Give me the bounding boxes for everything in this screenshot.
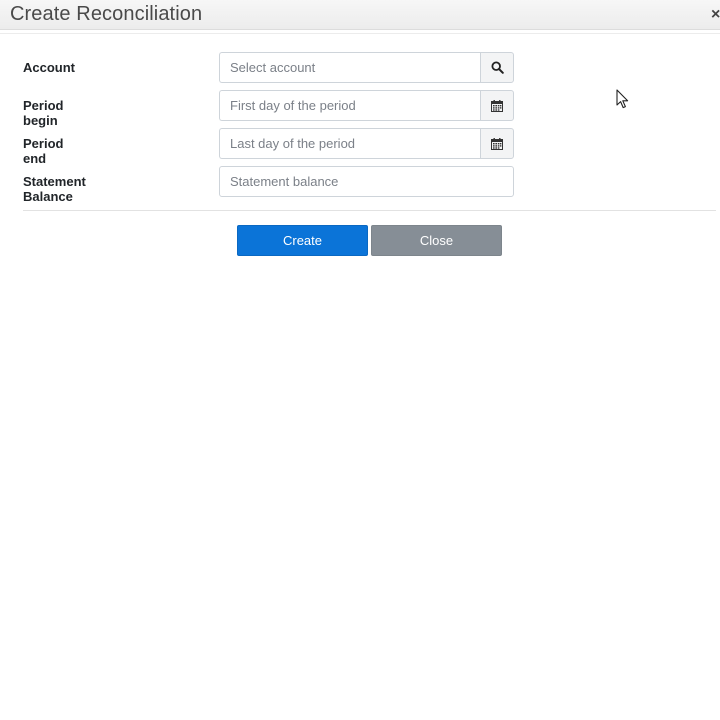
period-end-calendar-button[interactable] [480,128,514,159]
period-begin-input[interactable] [220,91,481,120]
period-begin-label: Period begin [23,98,64,128]
period-begin-field-wrapper [219,90,481,121]
close-button[interactable]: Close [371,225,502,256]
statement-balance-input[interactable] [220,167,513,196]
search-icon [490,61,504,74]
dialog-title: Create Reconciliation [10,3,203,25]
account-label: Account [23,60,75,75]
dialog-titlebar: Create Reconciliation × [0,0,720,30]
period-end-input[interactable] [220,129,481,158]
form-divider [23,210,716,211]
period-begin-calendar-button[interactable] [480,90,514,121]
mouse-cursor-icon [616,89,629,109]
titlebar-divider [0,33,720,34]
calendar-icon [491,137,503,150]
close-icon[interactable]: × [711,5,720,25]
account-search-button[interactable] [480,52,514,83]
account-input[interactable] [220,53,481,82]
statement-balance-label: Statement Balance [23,174,86,204]
period-end-label: Period end [23,136,64,166]
calendar-icon [491,99,503,112]
period-end-field-wrapper [219,128,481,159]
statement-balance-field-wrapper [219,166,514,197]
account-field-wrapper [219,52,481,83]
create-button[interactable]: Create [237,225,368,256]
